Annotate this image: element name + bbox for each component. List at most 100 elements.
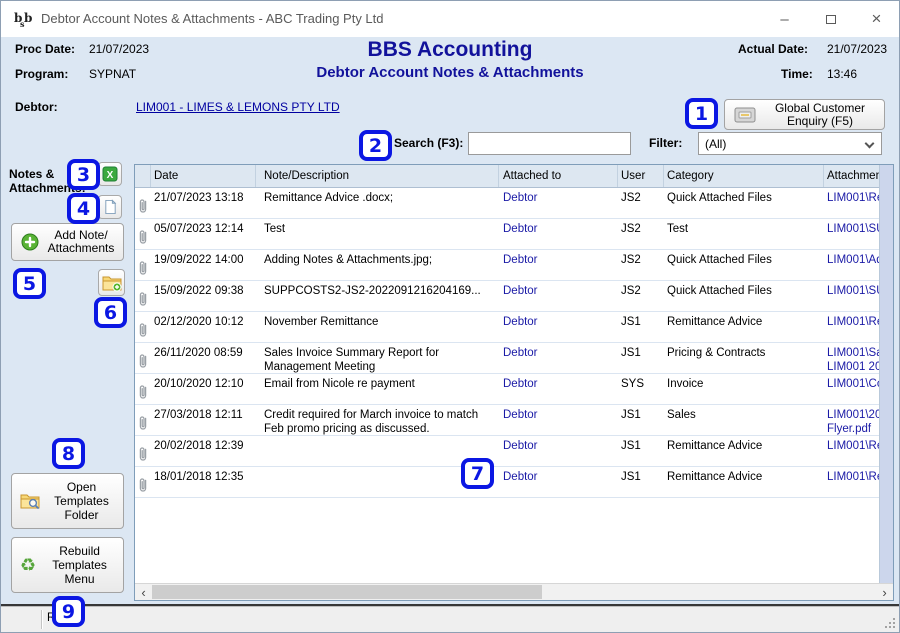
status-bar: R bbox=[1, 606, 899, 632]
quick-attach-folder-button[interactable] bbox=[98, 269, 125, 296]
folder-search-icon bbox=[20, 492, 40, 510]
paperclip-icon bbox=[135, 250, 151, 280]
note-date: 21/07/2023 13:18 bbox=[151, 188, 256, 218]
note-description: Email from Nicole re payment bbox=[256, 374, 499, 404]
note-user: JS2 bbox=[618, 219, 664, 249]
time-value: 13:46 bbox=[827, 67, 857, 81]
annotation-5: 5 bbox=[13, 268, 46, 299]
note-user: JS1 bbox=[618, 312, 664, 342]
note-category: Quick Attached Files bbox=[664, 188, 824, 218]
scroll-left-icon[interactable]: ‹ bbox=[135, 584, 152, 600]
minimize-button[interactable]: – bbox=[762, 1, 807, 37]
table-row[interactable]: 18/01/2018 12:35DebtorJS1Remittance Advi… bbox=[135, 467, 893, 498]
add-note-attachments-button[interactable]: Add Note/ Attachments bbox=[11, 223, 124, 261]
note-user: JS1 bbox=[618, 343, 664, 373]
horizontal-scrollbar-thumb[interactable] bbox=[152, 585, 542, 599]
attached-to-link[interactable]: Debtor bbox=[499, 343, 618, 373]
note-date: 27/03/2018 12:11 bbox=[151, 405, 256, 435]
table-row[interactable]: 20/10/2020 12:10Email from Nicole re pay… bbox=[135, 374, 893, 405]
rebuild-templates-menu-button[interactable]: ♻ Rebuild Templates Menu bbox=[11, 537, 124, 593]
new-note-button[interactable] bbox=[98, 195, 122, 219]
table-row[interactable]: 02/12/2020 10:12November RemittanceDebto… bbox=[135, 312, 893, 343]
note-date: 15/09/2022 09:38 bbox=[151, 281, 256, 311]
paperclip-icon bbox=[135, 436, 151, 466]
note-date: 05/07/2023 12:14 bbox=[151, 219, 256, 249]
column-header-description[interactable]: Note/Description bbox=[256, 165, 499, 187]
attachment-column-header[interactable] bbox=[135, 165, 151, 187]
search-label: Search (F3): bbox=[394, 136, 463, 150]
note-date: 20/02/2018 12:39 bbox=[151, 436, 256, 466]
table-row[interactable]: 15/09/2022 09:38SUPPCOSTS2-JS2-202209121… bbox=[135, 281, 893, 312]
column-header-date[interactable]: Date bbox=[151, 165, 256, 187]
open-templates-line2: Templates bbox=[40, 494, 123, 508]
note-user: JS2 bbox=[618, 281, 664, 311]
attached-to-link[interactable]: Debtor bbox=[499, 467, 618, 497]
column-header-attached-to[interactable]: Attached to bbox=[499, 165, 618, 187]
global-enquiry-label-line2: Enquiry (F5) bbox=[756, 115, 884, 128]
table-row[interactable]: 05/07/2023 12:14TestDebtorJS2TestLIM001\… bbox=[135, 219, 893, 250]
app-logo-icon[interactable]: b s b bbox=[13, 9, 33, 29]
attached-to-link[interactable]: Debtor bbox=[499, 250, 618, 280]
attached-to-link[interactable]: Debtor bbox=[499, 405, 618, 435]
resize-grip[interactable] bbox=[884, 617, 897, 630]
filter-dropdown[interactable]: (All) bbox=[698, 132, 882, 155]
attached-to-link[interactable]: Debtor bbox=[499, 188, 618, 218]
rebuild-templates-line2: Templates bbox=[36, 558, 123, 572]
status-bar-separator bbox=[41, 610, 42, 629]
horizontal-scrollbar[interactable]: ‹ › bbox=[135, 583, 893, 600]
annotation-4: 4 bbox=[67, 193, 100, 224]
attached-to-link[interactable]: Debtor bbox=[499, 374, 618, 404]
table-row[interactable]: 26/11/2020 08:59Sales Invoice Summary Re… bbox=[135, 343, 893, 374]
maximize-button[interactable] bbox=[808, 1, 853, 37]
column-header-category[interactable]: Category bbox=[664, 165, 824, 187]
chevron-down-icon bbox=[865, 139, 875, 149]
note-description: SUPPCOSTS2-JS2-2022091216204169... bbox=[256, 281, 499, 311]
rebuild-templates-line1: Rebuild bbox=[36, 544, 123, 558]
filter-label: Filter: bbox=[649, 136, 682, 150]
annotation-6: 6 bbox=[94, 297, 127, 328]
export-excel-button[interactable]: X bbox=[98, 162, 122, 186]
note-date: 26/11/2020 08:59 bbox=[151, 343, 256, 373]
paperclip-icon bbox=[135, 219, 151, 249]
table-row[interactable]: 27/03/2018 12:11Credit required for Marc… bbox=[135, 405, 893, 436]
note-category: Remittance Advice bbox=[664, 467, 824, 497]
table-row[interactable]: 20/02/2018 12:39DebtorJS1Remittance Advi… bbox=[135, 436, 893, 467]
table-row[interactable]: 21/07/2023 13:18Remittance Advice .docx;… bbox=[135, 188, 893, 219]
note-category: Sales bbox=[664, 405, 824, 435]
paperclip-icon bbox=[135, 343, 151, 373]
debtor-link[interactable]: LIM001 - LIMES & LEMONS PTY LTD bbox=[136, 100, 340, 114]
annotation-9: 9 bbox=[52, 596, 85, 627]
vertical-scrollbar[interactable] bbox=[879, 165, 893, 583]
search-input[interactable] bbox=[468, 132, 631, 155]
column-header-user[interactable]: User bbox=[618, 165, 664, 187]
table-row[interactable]: 19/09/2022 14:00Adding Notes & Attachmen… bbox=[135, 250, 893, 281]
annotation-8: 8 bbox=[52, 438, 85, 469]
table-body: 21/07/2023 13:18Remittance Advice .docx;… bbox=[135, 188, 893, 498]
paperclip-icon bbox=[135, 405, 151, 435]
note-category: Pricing & Contracts bbox=[664, 343, 824, 373]
note-category: Remittance Advice bbox=[664, 312, 824, 342]
scroll-right-icon[interactable]: › bbox=[876, 584, 893, 600]
svg-text:X: X bbox=[107, 170, 114, 181]
note-date: 20/10/2020 12:10 bbox=[151, 374, 256, 404]
close-button[interactable]: × bbox=[854, 1, 899, 37]
global-customer-enquiry-button[interactable]: Global Customer Enquiry (F5) bbox=[724, 99, 885, 130]
excel-icon: X bbox=[102, 166, 118, 182]
global-enquiry-label-line1: Global Customer bbox=[756, 102, 884, 115]
attached-to-link[interactable]: Debtor bbox=[499, 312, 618, 342]
add-note-label-line2: Attachments bbox=[39, 242, 123, 255]
note-description: Test bbox=[256, 219, 499, 249]
plus-circle-icon bbox=[21, 233, 39, 251]
attached-to-link[interactable]: Debtor bbox=[499, 219, 618, 249]
recycle-icon: ♻ bbox=[20, 555, 36, 576]
minimize-icon: – bbox=[780, 11, 788, 28]
note-description: Remittance Advice .docx; bbox=[256, 188, 499, 218]
annotation-7: 7 bbox=[461, 458, 494, 489]
open-templates-folder-button[interactable]: Open Templates Folder bbox=[11, 473, 124, 529]
attached-to-link[interactable]: Debtor bbox=[499, 281, 618, 311]
note-date: 19/09/2022 14:00 bbox=[151, 250, 256, 280]
table-header: Date Note/Description Attached to User C… bbox=[135, 165, 893, 188]
actual-date-value: 21/07/2023 bbox=[827, 42, 887, 56]
attached-to-link[interactable]: Debtor bbox=[499, 436, 618, 466]
note-category: Remittance Advice bbox=[664, 436, 824, 466]
